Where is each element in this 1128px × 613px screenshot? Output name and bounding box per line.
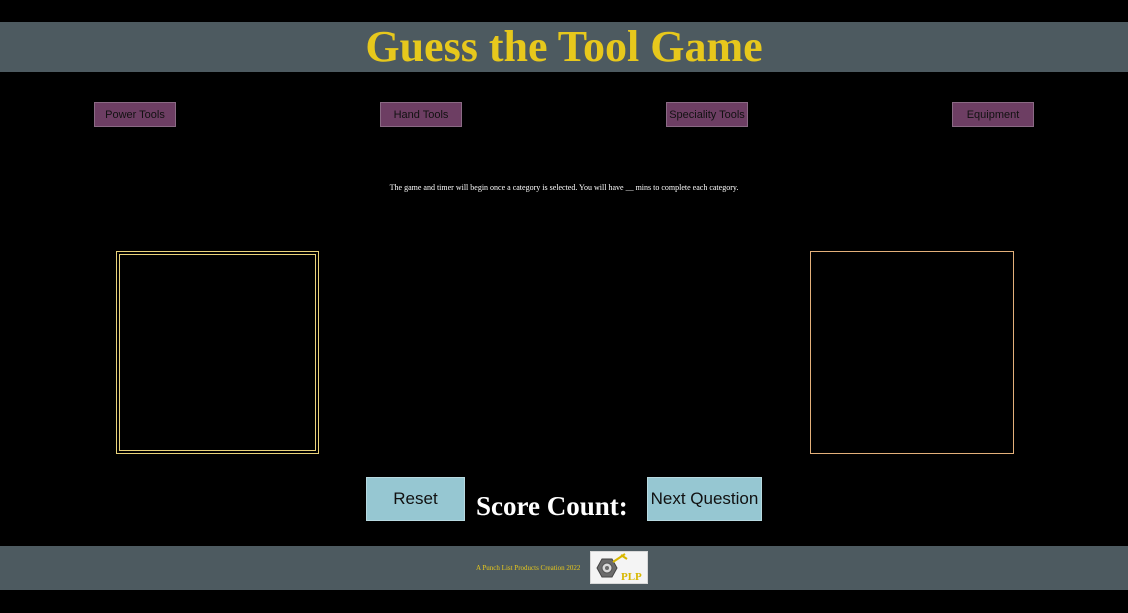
- answer-box: [810, 251, 1014, 454]
- equipment-button[interactable]: Equipment: [952, 102, 1034, 127]
- tool-image-frame: [119, 254, 316, 451]
- speciality-tools-button[interactable]: Speciality Tools: [666, 102, 748, 127]
- game-instructions: The game and timer will begin once a cat…: [389, 183, 739, 192]
- footer-bar: A Punch List Products Creation 2022 PLP: [0, 546, 1128, 590]
- plp-logo-text: PLP: [621, 571, 642, 583]
- power-tools-button[interactable]: Power Tools: [94, 102, 176, 127]
- reset-button[interactable]: Reset: [366, 477, 465, 521]
- footer-credit: A Punch List Products Creation 2022: [476, 564, 581, 572]
- hand-tools-button[interactable]: Hand Tools: [380, 102, 462, 127]
- page-title: Guess the Tool Game: [365, 22, 763, 71]
- score-count-label: Score Count:: [476, 491, 628, 521]
- plp-logo: PLP: [590, 551, 648, 584]
- header-bar: Guess the Tool Game: [0, 22, 1128, 72]
- next-question-button[interactable]: Next Question: [647, 477, 762, 521]
- tool-image-box: [116, 251, 319, 454]
